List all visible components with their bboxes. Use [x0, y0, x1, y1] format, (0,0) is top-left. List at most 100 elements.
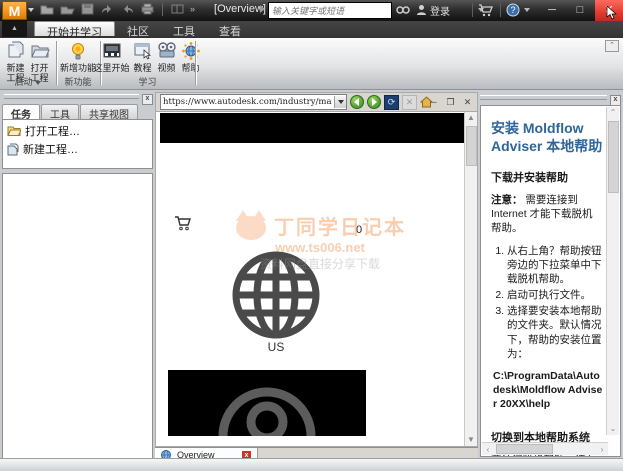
- undo-icon[interactable]: [100, 2, 115, 16]
- mdi-restore-button[interactable]: ❐: [444, 96, 457, 109]
- forward-button[interactable]: [367, 95, 381, 109]
- app-menu-stub[interactable]: ▲: [2, 21, 27, 37]
- url-dropdown-button[interactable]: [334, 96, 346, 108]
- tab-get-started[interactable]: 开始并学习: [34, 21, 115, 36]
- region-label[interactable]: US: [256, 340, 296, 354]
- tab-tasks[interactable]: 任务: [2, 104, 40, 119]
- help-scrollbar-vertical[interactable]: ⌃ ⌄: [606, 107, 619, 435]
- new-project-task[interactable]: 新建工程…: [3, 140, 152, 158]
- scroll-right-icon[interactable]: ›: [596, 445, 608, 454]
- fox-mascot-icon: [234, 210, 268, 240]
- store-cart-icon[interactable]: [478, 2, 493, 18]
- tab-tools[interactable]: 工具: [161, 21, 207, 38]
- app-menu-arrow-icon[interactable]: [28, 8, 34, 12]
- title-expand-arrow-icon[interactable]: [260, 5, 265, 13]
- scroll-up-icon[interactable]: ⌃: [607, 107, 619, 119]
- tab-view[interactable]: 查看: [207, 21, 253, 38]
- stop-button[interactable]: ✕: [402, 95, 417, 110]
- mdi-minimize-button[interactable]: ─: [427, 96, 440, 109]
- help-title: 安装 Moldflow Adviser 本地帮助: [491, 120, 603, 155]
- save-icon[interactable]: [80, 2, 95, 16]
- sign-in-button[interactable]: 登录: [416, 2, 484, 18]
- forward-arrow-icon: [370, 98, 378, 106]
- tab-tools-pane[interactable]: 工具: [41, 104, 79, 119]
- scroll-down-icon[interactable]: ⌄: [607, 423, 619, 435]
- help-button[interactable]: 帮助: [180, 40, 202, 73]
- mdi-close-button[interactable]: ✕: [461, 96, 474, 109]
- web-page: 0 US 丁同学日记本 www.ts006.net 资料网盘直接分享下载: [155, 112, 478, 447]
- ribbon-group-launch: 新建工程 打开工程 启动: [0, 38, 55, 89]
- page-scrollbar[interactable]: ▲ ▼: [464, 112, 477, 446]
- new-document-icon: [7, 143, 19, 156]
- help-dropdown-icon[interactable]: [524, 8, 530, 12]
- help-content-pane: 安装 Moldflow Adviser 本地帮助 下载并安装帮助 注意： 需要连…: [480, 105, 621, 457]
- back-button[interactable]: [350, 95, 364, 109]
- watermark-title: 丁同学日记本: [274, 211, 406, 240]
- task-panel-tabs: 任务 工具 共享视图: [2, 104, 153, 119]
- group-dropdown-icon: [35, 81, 41, 85]
- region-globe-icon[interactable]: [228, 247, 324, 343]
- mouse-cursor: [606, 6, 618, 20]
- back-arrow-icon: [353, 98, 361, 106]
- titlebar-divider: [472, 3, 473, 17]
- tutorials-button[interactable]: 教程: [132, 40, 154, 73]
- print-icon[interactable]: [140, 2, 155, 16]
- scroll-thumb[interactable]: [466, 126, 477, 166]
- refresh-button[interactable]: ⟳: [384, 95, 399, 110]
- panel-splitter[interactable]: [4, 94, 139, 99]
- app-logo[interactable]: M: [2, 1, 27, 20]
- help-step: 启动可执行文件。: [507, 288, 603, 302]
- redo-icon[interactable]: [120, 2, 135, 16]
- group-label-learn: 学习: [101, 75, 194, 88]
- browser-pane: ⟳ ✕ ─ ❐ ✕ 0 US: [155, 92, 478, 461]
- help-scrollbar-horizontal[interactable]: ‹ ›: [482, 442, 608, 455]
- tab-community[interactable]: 社区: [115, 21, 161, 38]
- ribbon-group-learn: 这里开始 教程 视频 帮助 学习: [101, 38, 194, 89]
- search-input[interactable]: [269, 3, 391, 18]
- whats-new-button[interactable]: 新增功能: [60, 40, 96, 73]
- minimize-button[interactable]: ─: [538, 0, 566, 21]
- scroll-down-icon[interactable]: ▼: [465, 434, 477, 446]
- search-go-icon[interactable]: [396, 2, 410, 18]
- ribbon-minimize-toggle[interactable]: ⌃: [605, 40, 619, 52]
- page-header-band: [160, 113, 465, 143]
- toolbar-divider: [162, 3, 163, 16]
- open-icon[interactable]: [40, 2, 55, 16]
- task-panel-close-icon[interactable]: x: [142, 94, 153, 105]
- tutorials-icon: [132, 40, 154, 62]
- url-input[interactable]: [161, 97, 334, 107]
- scroll-thumb[interactable]: [496, 444, 553, 454]
- task-list: 打开工程… 新建工程…: [2, 119, 153, 169]
- tab-shared-views[interactable]: 共享视图: [80, 104, 138, 119]
- panel-splitter[interactable]: [480, 95, 607, 100]
- help-steps: 从右上角？帮助按钮旁边的下拉菜单中下载脱机帮助。 启动可执行文件。 选择要安装本…: [491, 244, 603, 361]
- videos-button[interactable]: 视频: [156, 40, 178, 73]
- sign-in-label: 登录: [430, 3, 450, 18]
- group-separator: [195, 41, 196, 85]
- cart-count: 0: [356, 224, 362, 236]
- start-here-button[interactable]: 这里开始: [94, 40, 130, 73]
- open-project-icon: [29, 40, 51, 62]
- help-heading-install: 下载并安装帮助: [491, 169, 603, 185]
- help-menu-button[interactable]: ?: [506, 2, 530, 18]
- scroll-up-icon[interactable]: ▲: [465, 112, 477, 124]
- open-folder-icon: [7, 125, 21, 137]
- scroll-thumb[interactable]: [608, 121, 619, 193]
- start-here-icon: [101, 40, 123, 62]
- moldflow-adviser-window: M » [Overview]: [0, 0, 623, 471]
- maximize-button[interactable]: □: [566, 0, 594, 21]
- title-bar: M » [Overview]: [0, 0, 623, 21]
- task-detail-pane: [2, 173, 153, 463]
- svg-text:?: ?: [510, 5, 515, 15]
- help-note: 注意： 需要连接到 Internet 才能下载脱机帮助。: [491, 193, 603, 236]
- page-cart-icon[interactable]: [174, 215, 191, 231]
- group-label-whats-new: 新功能: [57, 75, 99, 88]
- help-article: 安装 Moldflow Adviser 本地帮助 下载并安装帮助 注意： 需要连…: [491, 120, 603, 457]
- import-icon[interactable]: [60, 2, 75, 16]
- new-project-icon: [5, 40, 27, 62]
- user-avatar-icon: [168, 370, 366, 436]
- scroll-left-icon[interactable]: ‹: [482, 445, 494, 454]
- group-label-launch[interactable]: 启动: [0, 75, 55, 88]
- open-project-task[interactable]: 打开工程…: [3, 122, 152, 140]
- whats-new-icon: [67, 40, 89, 62]
